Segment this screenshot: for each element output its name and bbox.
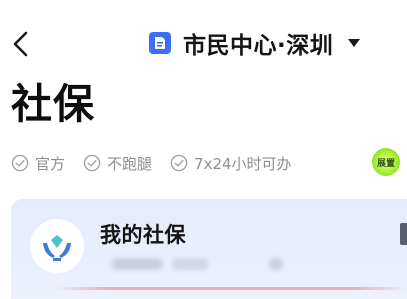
- caret-down-icon: [348, 39, 361, 47]
- feature-24-7: 7x24小时可办: [170, 153, 292, 174]
- feature-label: 7x24小时可办: [194, 154, 292, 173]
- feature-no-errands: 不跑腿: [83, 153, 152, 174]
- card-bottom-edge: [55, 287, 407, 290]
- green-badge[interactable]: 展置: [372, 148, 400, 176]
- city-selector-label: 市民中心·深圳: [183, 33, 334, 59]
- page-title: 社保: [11, 80, 95, 128]
- service-features: 官方 不跑腿 7x24小时可办: [11, 151, 310, 175]
- chevron-left-icon: [13, 31, 28, 57]
- card-logo: [30, 219, 84, 273]
- masked-info: [112, 258, 162, 270]
- citizen-center-doc-icon: [149, 32, 171, 54]
- check-circle-icon: [83, 154, 101, 172]
- feature-label: 不跑腿: [107, 154, 153, 173]
- badge-label: 展置: [376, 158, 395, 169]
- feature-label: 官方: [35, 154, 66, 173]
- city-selector[interactable]: 市民中心·深圳: [148, 26, 361, 60]
- check-circle-icon: [11, 154, 29, 172]
- check-circle-icon: [170, 154, 188, 172]
- masked-info: [270, 258, 282, 270]
- back-button[interactable]: [6, 24, 40, 64]
- card-title: 我的社保: [100, 223, 186, 247]
- masked-info: [172, 258, 208, 270]
- top-nav-bar: 市民中心·深圳: [0, 0, 407, 84]
- my-social-security-card[interactable]: 我的社保: [11, 199, 407, 299]
- card-side-tab: [400, 223, 407, 245]
- hands-heart-icon: [43, 235, 71, 261]
- feature-official: 官方: [11, 153, 65, 174]
